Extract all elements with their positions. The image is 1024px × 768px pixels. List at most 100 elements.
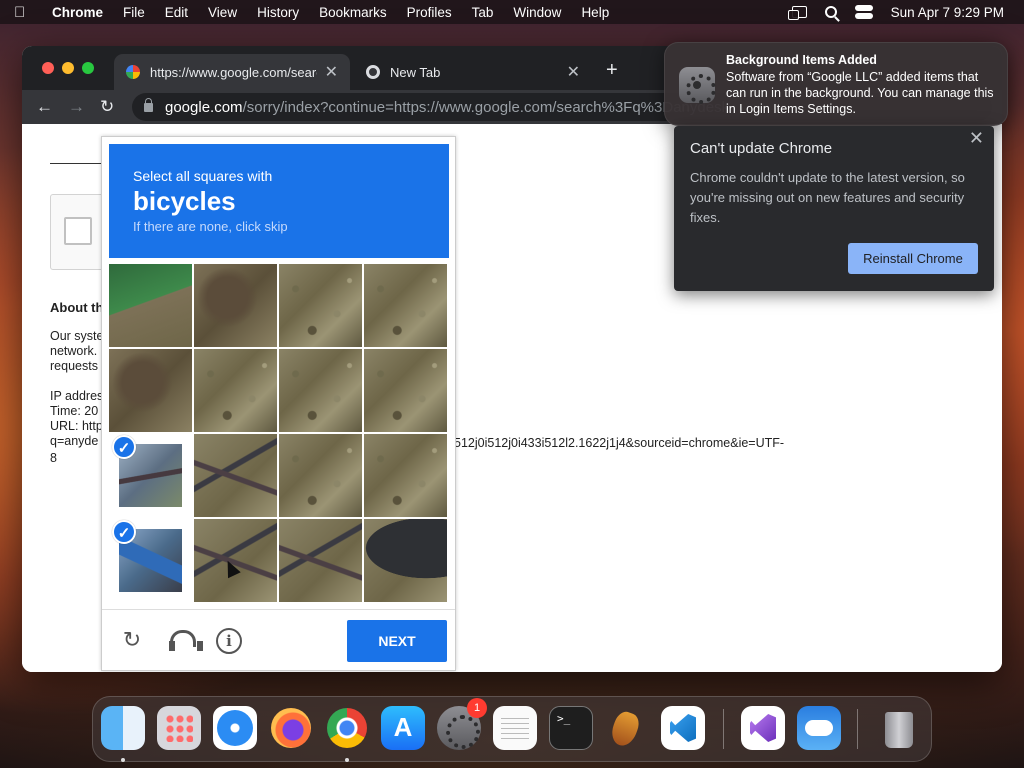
tab-title: New Tab [390, 64, 441, 80]
running-indicator [345, 758, 349, 762]
popup-title: Can't update Chrome [690, 140, 833, 157]
chrome-app-icon[interactable] [325, 706, 369, 762]
grid-tile-1[interactable] [109, 264, 192, 347]
tab-title: https://www.google.com/search?q=anyde [150, 64, 317, 80]
chrome-update-popup: Can't update Chrome ✕ Chrome couldn't up… [674, 126, 994, 291]
grid-tile-2[interactable] [194, 264, 277, 347]
url-line: URL: http [50, 419, 103, 433]
zoom-window-button[interactable] [82, 62, 94, 74]
checkmark-icon: ✓ [112, 520, 136, 544]
menu-bookmarks[interactable]: Bookmarks [319, 5, 387, 20]
grid-tile-5[interactable] [109, 349, 192, 432]
new-tab-plus-icon[interactable]: + [606, 59, 618, 82]
notification-title: Background Items Added [726, 53, 877, 67]
grid-tile-16[interactable] [364, 519, 447, 602]
challenge-hint: If there are none, click skip [133, 219, 288, 234]
notification-badge: 1 [467, 698, 487, 718]
grid-tile-7[interactable] [279, 349, 362, 432]
reinstall-chrome-button[interactable]: Reinstall Chrome [848, 243, 978, 274]
menubar:  Chrome File Edit View History Bookmark… [0, 0, 1024, 24]
garageband-icon[interactable] [605, 706, 649, 750]
close-tab-icon[interactable]: ✕ [567, 62, 580, 82]
popup-body: Chrome couldn't update to the latest ver… [690, 170, 965, 225]
finder-icon[interactable] [101, 706, 145, 762]
close-tab-icon[interactable]: ✕ [325, 62, 338, 82]
control-center-icon[interactable] [854, 5, 873, 19]
app-store-icon[interactable] [381, 706, 425, 750]
vscode-icon[interactable] [661, 706, 705, 750]
weather-icon[interactable] [797, 706, 841, 750]
challenge-instruction: Select all squares with [133, 168, 273, 184]
ip-address-line: IP addres [50, 389, 104, 403]
dock-divider [723, 709, 724, 749]
menu-profiles[interactable]: Profiles [407, 5, 452, 20]
tab-google-search[interactable]: https://www.google.com/search?q=anyde ✕ [114, 54, 350, 90]
headphones-icon[interactable] [168, 628, 203, 652]
menu-app-name[interactable]: Chrome [52, 5, 103, 20]
grid-tile-4[interactable] [364, 264, 447, 347]
body-line: Our syste [50, 329, 104, 343]
address-path: /sorry/index?continue=https://www.google… [242, 98, 730, 116]
image-grid: ✓ ✓ [109, 264, 449, 604]
safari-icon[interactable] [213, 706, 257, 750]
checkmark-icon: ✓ [112, 435, 136, 459]
url-query-line: q=anyde [50, 434, 99, 448]
textedit-icon[interactable] [493, 706, 537, 750]
screen-mirroring-icon[interactable] [787, 6, 807, 20]
next-button[interactable]: NEXT [347, 620, 447, 662]
lock-icon[interactable] [144, 97, 153, 112]
launchpad-icon[interactable] [157, 706, 201, 750]
body-line: network. [50, 344, 98, 358]
menu-window[interactable]: Window [513, 5, 561, 20]
menu-view[interactable]: View [208, 5, 237, 20]
notification-body: Software from “Google LLC” added items t… [726, 70, 994, 116]
system-settings-icon[interactable]: 1 [437, 698, 487, 750]
visual-studio-icon[interactable] [741, 706, 785, 750]
close-window-button[interactable] [42, 62, 54, 74]
back-arrow-icon[interactable]: ← [36, 97, 53, 117]
reload-icon[interactable]: ↻ [100, 97, 114, 117]
menu-edit[interactable]: Edit [165, 5, 188, 20]
spotlight-search-icon[interactable] [824, 6, 837, 18]
system-settings-gear-icon [679, 67, 716, 104]
minimize-window-button[interactable] [62, 62, 74, 74]
reload-challenge-icon[interactable]: ↻ [120, 628, 144, 652]
grid-tile-8[interactable] [364, 349, 447, 432]
recaptcha-checkbox[interactable] [64, 217, 92, 245]
menubar-clock[interactable]: Sun Apr 7 9:29 PM [891, 5, 1004, 20]
background-items-notification[interactable]: Background Items Added Software from “Go… [664, 42, 1008, 126]
trash-icon[interactable] [877, 706, 921, 750]
dock-divider [857, 709, 858, 749]
grid-tile-3[interactable] [279, 264, 362, 347]
grid-tile-15[interactable] [279, 519, 362, 602]
apple-icon[interactable]:  [14, 4, 42, 21]
url-end: 8 [50, 451, 57, 465]
google-icon [126, 65, 140, 79]
close-icon[interactable]: ✕ [969, 128, 984, 149]
grid-tile-10[interactable] [194, 434, 277, 517]
info-icon[interactable]: i [216, 628, 242, 654]
challenge-footer: ↻ i NEXT [102, 609, 455, 671]
grid-tile-6[interactable] [194, 349, 277, 432]
challenge-header: Select all squares with bicycles If ther… [109, 144, 449, 258]
challenge-target: bicycles [133, 186, 236, 216]
address-host: google.com [165, 98, 243, 116]
menu-tab[interactable]: Tab [472, 5, 494, 20]
menu-file[interactable]: File [123, 5, 145, 20]
chrome-icon [366, 65, 380, 79]
tab-new-tab[interactable]: New Tab ✕ [354, 54, 592, 90]
menu-help[interactable]: Help [581, 5, 609, 20]
grid-tile-11[interactable] [279, 434, 362, 517]
firefox-icon[interactable] [269, 706, 313, 750]
terminal-icon[interactable] [549, 706, 593, 750]
time-line: Time: 20 [50, 404, 99, 418]
dock: 1 [92, 696, 932, 762]
url-tail: 512j0i512j0i433i512l2.1622j1j4&sourceid=… [454, 436, 785, 450]
about-heading: About th [50, 300, 104, 315]
recaptcha-challenge: Select all squares with bicycles If ther… [101, 136, 456, 671]
body-line: requests [50, 359, 98, 373]
forward-arrow-icon[interactable]: → [68, 97, 85, 117]
menu-history[interactable]: History [257, 5, 299, 20]
grid-tile-12[interactable] [364, 434, 447, 517]
running-indicator [121, 758, 125, 762]
